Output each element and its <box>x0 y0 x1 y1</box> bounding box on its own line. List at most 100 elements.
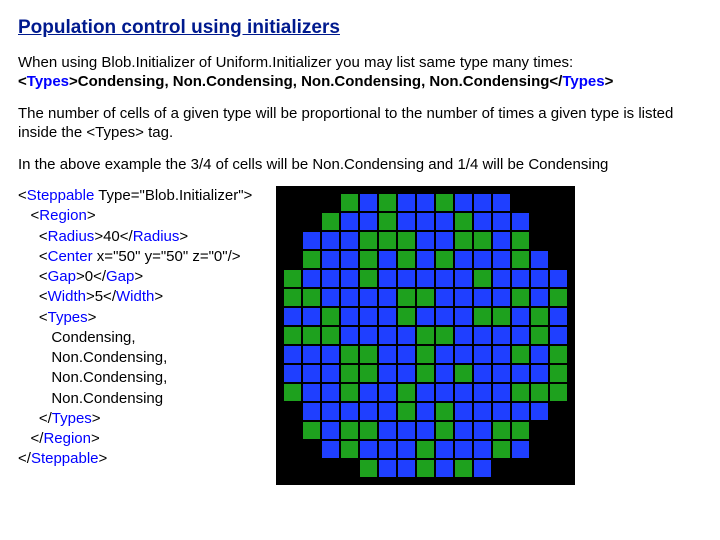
sim-cell <box>436 213 453 230</box>
sim-cell <box>531 213 548 230</box>
sim-cell <box>379 460 396 477</box>
sim-cell <box>493 194 510 211</box>
sim-cell <box>493 327 510 344</box>
sim-cell <box>550 232 567 249</box>
sim-cell <box>417 308 434 325</box>
sim-cell <box>360 346 377 363</box>
sim-cell <box>436 403 453 420</box>
sim-cell <box>284 251 301 268</box>
sim-cell <box>531 232 548 249</box>
sim-cell <box>512 460 529 477</box>
sim-cell <box>512 346 529 363</box>
sim-cell <box>341 384 358 401</box>
sim-cell <box>455 403 472 420</box>
sim-cell <box>360 232 377 249</box>
sim-cell <box>512 384 529 401</box>
sim-cell <box>531 270 548 287</box>
sim-cell <box>379 289 396 306</box>
sim-cell <box>398 422 415 439</box>
angle-open-slash: </ <box>549 73 562 90</box>
sim-cell <box>322 232 339 249</box>
sim-cell <box>474 194 491 211</box>
sim-cell <box>455 289 472 306</box>
sim-cell <box>436 270 453 287</box>
sim-cell <box>417 403 434 420</box>
sim-cell <box>303 365 320 382</box>
sim-cell <box>550 365 567 382</box>
sim-cell <box>417 251 434 268</box>
sim-cell <box>360 251 377 268</box>
sim-cell <box>341 422 358 439</box>
sim-cell <box>493 270 510 287</box>
sim-cell <box>474 460 491 477</box>
sim-cell <box>303 460 320 477</box>
sim-cell <box>341 270 358 287</box>
sim-cell <box>550 327 567 344</box>
sim-cell <box>512 289 529 306</box>
sim-cell <box>398 403 415 420</box>
sim-cell <box>455 213 472 230</box>
sim-cell <box>531 422 548 439</box>
sim-cell <box>341 232 358 249</box>
sim-cell <box>512 308 529 325</box>
sim-cell <box>512 441 529 458</box>
sim-cell <box>322 194 339 211</box>
sim-cell <box>322 346 339 363</box>
sim-cell <box>436 194 453 211</box>
sim-cell <box>398 289 415 306</box>
sim-cell <box>455 384 472 401</box>
sim-cell <box>303 251 320 268</box>
sim-cell <box>360 270 377 287</box>
sim-cell <box>436 232 453 249</box>
sim-cell <box>493 365 510 382</box>
sim-cell <box>379 194 396 211</box>
sim-cell <box>550 270 567 287</box>
sim-cell <box>303 441 320 458</box>
sim-cell <box>303 232 320 249</box>
sim-cell <box>379 308 396 325</box>
sim-cell <box>303 403 320 420</box>
sim-cell <box>436 346 453 363</box>
sim-cell <box>474 422 491 439</box>
sim-cell <box>493 346 510 363</box>
sim-cell <box>455 441 472 458</box>
sim-cell <box>398 308 415 325</box>
sim-cell <box>360 289 377 306</box>
sim-cell <box>493 213 510 230</box>
sim-cell <box>360 384 377 401</box>
sim-cell <box>436 460 453 477</box>
sim-cell <box>531 251 548 268</box>
sim-cell <box>341 460 358 477</box>
sim-cell <box>474 270 491 287</box>
content-row: <Steppable Type="Blob.Initializer"> <Reg… <box>18 186 702 485</box>
sim-cell <box>417 460 434 477</box>
simulation-image <box>276 186 575 485</box>
sim-cell <box>512 365 529 382</box>
sim-cell <box>493 460 510 477</box>
sim-cell <box>284 384 301 401</box>
sim-cell <box>398 346 415 363</box>
sim-cell <box>512 422 529 439</box>
sim-cell <box>303 213 320 230</box>
sim-cell <box>455 308 472 325</box>
sim-cell <box>417 289 434 306</box>
sim-cell <box>531 308 548 325</box>
sim-cell <box>531 441 548 458</box>
sim-cell <box>303 270 320 287</box>
example-paragraph: In the above example the 3/4 of cells wi… <box>18 155 702 175</box>
sim-cell <box>531 194 548 211</box>
sim-cell <box>474 403 491 420</box>
sim-cell <box>284 403 301 420</box>
sim-cell <box>493 308 510 325</box>
sim-cell <box>303 289 320 306</box>
sim-cell <box>436 422 453 439</box>
sim-cell <box>455 422 472 439</box>
sim-cell <box>474 327 491 344</box>
sim-cell <box>474 365 491 382</box>
sim-cell <box>398 232 415 249</box>
sim-cell <box>379 441 396 458</box>
sim-cell <box>436 365 453 382</box>
intro-line1: When using Blob.Initializer of Uniform.I… <box>18 54 573 71</box>
sim-cell <box>322 384 339 401</box>
sim-cell <box>360 213 377 230</box>
